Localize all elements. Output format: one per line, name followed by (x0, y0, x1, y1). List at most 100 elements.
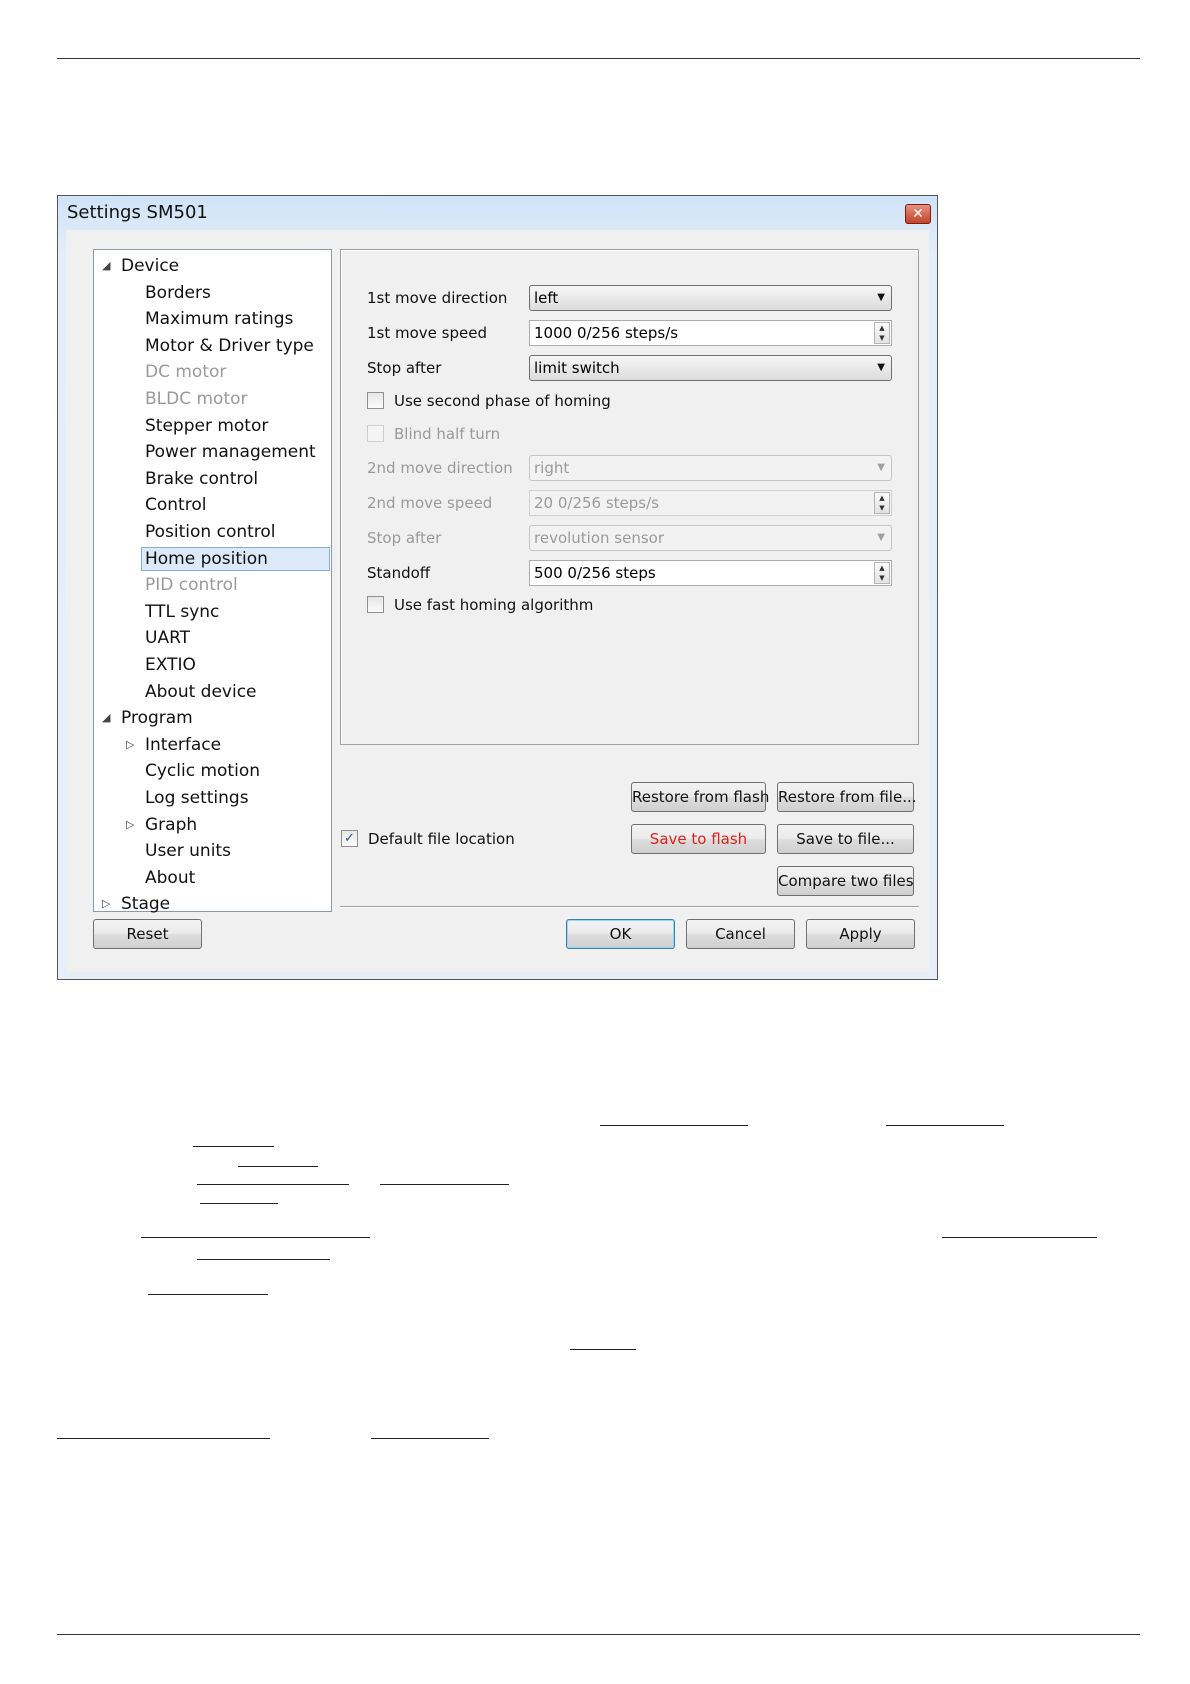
link-underline[interactable] (942, 1237, 1097, 1238)
stop-after-select[interactable]: limit switch ▼ (529, 355, 892, 381)
tree-item-about[interactable]: About (145, 866, 195, 890)
link-underline[interactable] (200, 1203, 278, 1204)
tree-item-brake-control[interactable]: Brake control (145, 467, 258, 491)
spin-up-icon: ▲ (879, 324, 885, 332)
link-underline[interactable] (193, 1146, 274, 1147)
first-move-speed-input[interactable]: 1000 0/256 steps/s ▲ ▼ (529, 320, 892, 346)
reset-button[interactable]: Reset (93, 919, 202, 949)
first-move-direction-value: left (534, 289, 559, 307)
tree-item-about-device[interactable]: About device (145, 680, 257, 704)
second-phase-label: Use second phase of homing (394, 392, 611, 410)
link-underline[interactable] (141, 1237, 370, 1238)
tree-item-cyclic-motion[interactable]: Cyclic motion (145, 759, 260, 783)
tree-item-graph[interactable]: Graph (145, 813, 197, 837)
stop-after-2-select[interactable]: revolution sensor ▼ (529, 525, 892, 551)
tree-item-motor-driver-type[interactable]: Motor & Driver type (145, 334, 314, 358)
ok-button[interactable]: OK (566, 919, 675, 949)
blind-half-turn-checkbox[interactable] (367, 425, 384, 442)
link-underline[interactable] (380, 1184, 509, 1185)
settings-dialog: Settings SM501 ✕ ◢ Device Borders Maximum r… (57, 195, 938, 980)
link-underline[interactable] (197, 1259, 330, 1260)
spin-buttons[interactable]: ▲ ▼ (874, 492, 890, 514)
second-phase-checkbox[interactable] (367, 392, 384, 409)
stop-after-label: Stop after (367, 359, 442, 377)
close-button[interactable]: ✕ (905, 204, 931, 224)
tree-item-stage[interactable]: Stage (121, 892, 170, 916)
tree-item-borders[interactable]: Borders (145, 281, 211, 305)
tree-collapsed-icon[interactable]: ▷ (102, 892, 110, 916)
restore-from-flash-button[interactable]: Restore from flash (631, 782, 769, 812)
tree-item-bldc-motor[interactable]: BLDC motor (145, 387, 248, 411)
link-underline[interactable] (570, 1349, 636, 1350)
apply-button[interactable]: Apply (806, 919, 915, 949)
cancel-button[interactable]: Cancel (686, 919, 795, 949)
tree-expanded-icon[interactable]: ◢ (102, 706, 110, 730)
chevron-down-icon: ▼ (877, 362, 885, 373)
stop-after-value: limit switch (534, 359, 620, 377)
tree-item-uart[interactable]: UART (145, 626, 190, 650)
spin-down-icon: ▼ (879, 334, 885, 342)
first-move-direction-label: 1st move direction (367, 289, 508, 307)
footer-separator (340, 906, 919, 908)
tree-item-maximum-ratings[interactable]: Maximum ratings (145, 307, 293, 331)
second-move-direction-label: 2nd move direction (367, 459, 513, 477)
standoff-input[interactable]: 500 0/256 steps ▲ ▼ (529, 560, 892, 586)
link-underline[interactable] (238, 1166, 318, 1167)
tree-item-log-settings[interactable]: Log settings (145, 786, 249, 810)
stop-after-2-label: Stop after (367, 529, 442, 547)
close-icon: ✕ (912, 206, 924, 222)
link-underline[interactable] (197, 1184, 349, 1185)
fast-homing-checkbox[interactable] (367, 596, 384, 613)
link-underline[interactable] (886, 1125, 1004, 1126)
tree-item-program[interactable]: Program (121, 706, 193, 730)
settings-tree[interactable]: ◢ Device Borders Maximum ratings Motor & Dri… (93, 249, 332, 914)
default-file-location-checkbox[interactable]: ✓ (341, 830, 358, 847)
link-underline[interactable] (371, 1438, 489, 1439)
link-underline[interactable] (57, 1438, 270, 1439)
tree-item-dc-motor[interactable]: DC motor (145, 360, 226, 384)
tree-item-pid-control[interactable]: PID control (145, 573, 238, 597)
second-move-speed-label: 2nd move speed (367, 494, 493, 512)
spin-buttons[interactable]: ▲ ▼ (874, 322, 890, 344)
page-footer-rule (57, 1634, 1140, 1635)
tree-item-power-management[interactable]: Power management (145, 440, 316, 464)
tree-item-ttl-sync[interactable]: TTL sync (145, 600, 219, 624)
window-title: Settings SM501 (67, 202, 208, 223)
chevron-down-icon: ▼ (877, 462, 885, 473)
tree-expanded-icon[interactable]: ◢ (102, 254, 110, 278)
spin-down-icon: ▼ (879, 574, 885, 582)
first-move-speed-value: 1000 0/256 steps/s (534, 324, 679, 342)
link-underline[interactable] (600, 1125, 748, 1126)
link-underline[interactable] (148, 1294, 268, 1295)
second-move-speed-input[interactable]: 20 0/256 steps/s ▲ ▼ (529, 490, 892, 516)
default-file-location-label: Default file location (368, 830, 515, 848)
home-position-panel: 1st move direction left ▼ 1st move speed… (340, 249, 919, 745)
spin-up-icon: ▲ (879, 564, 885, 572)
tree-item-home-position[interactable]: Home position (141, 547, 330, 571)
tree-item-interface[interactable]: Interface (145, 733, 221, 757)
chevron-down-icon: ▼ (877, 292, 885, 303)
tree-item-device[interactable]: Device (121, 254, 179, 278)
second-move-direction-value: right (534, 459, 570, 477)
blind-half-turn-label: Blind half turn (394, 425, 501, 443)
tree-item-position-control[interactable]: Position control (145, 520, 276, 544)
first-move-direction-select[interactable]: left ▼ (529, 285, 892, 311)
tree-item-extio[interactable]: EXTIO (145, 653, 196, 677)
spin-up-icon: ▲ (879, 494, 885, 502)
second-move-speed-value: 20 0/256 steps/s (534, 494, 659, 512)
save-to-flash-button[interactable]: Save to flash (631, 824, 766, 854)
tree-item-user-units[interactable]: User units (145, 839, 231, 863)
tree-collapsed-icon[interactable]: ▷ (126, 813, 134, 837)
restore-from-file-button[interactable]: Restore from file... (777, 782, 917, 812)
tree-collapsed-icon[interactable]: ▷ (126, 733, 134, 757)
page-header-rule (57, 58, 1140, 59)
dialog-client-area: ◢ Device Borders Maximum ratings Motor & Dri… (66, 230, 929, 972)
tree-item-control[interactable]: Control (145, 493, 206, 517)
compare-two-files-button[interactable]: Compare two files (777, 866, 914, 896)
tree-item-stepper-motor[interactable]: Stepper motor (145, 414, 268, 438)
spin-buttons[interactable]: ▲ ▼ (874, 562, 890, 584)
second-move-direction-select[interactable]: right ▼ (529, 455, 892, 481)
stop-after-2-value: revolution sensor (534, 529, 665, 547)
check-icon: ✓ (344, 831, 355, 846)
save-to-file-button[interactable]: Save to file... (777, 824, 914, 854)
